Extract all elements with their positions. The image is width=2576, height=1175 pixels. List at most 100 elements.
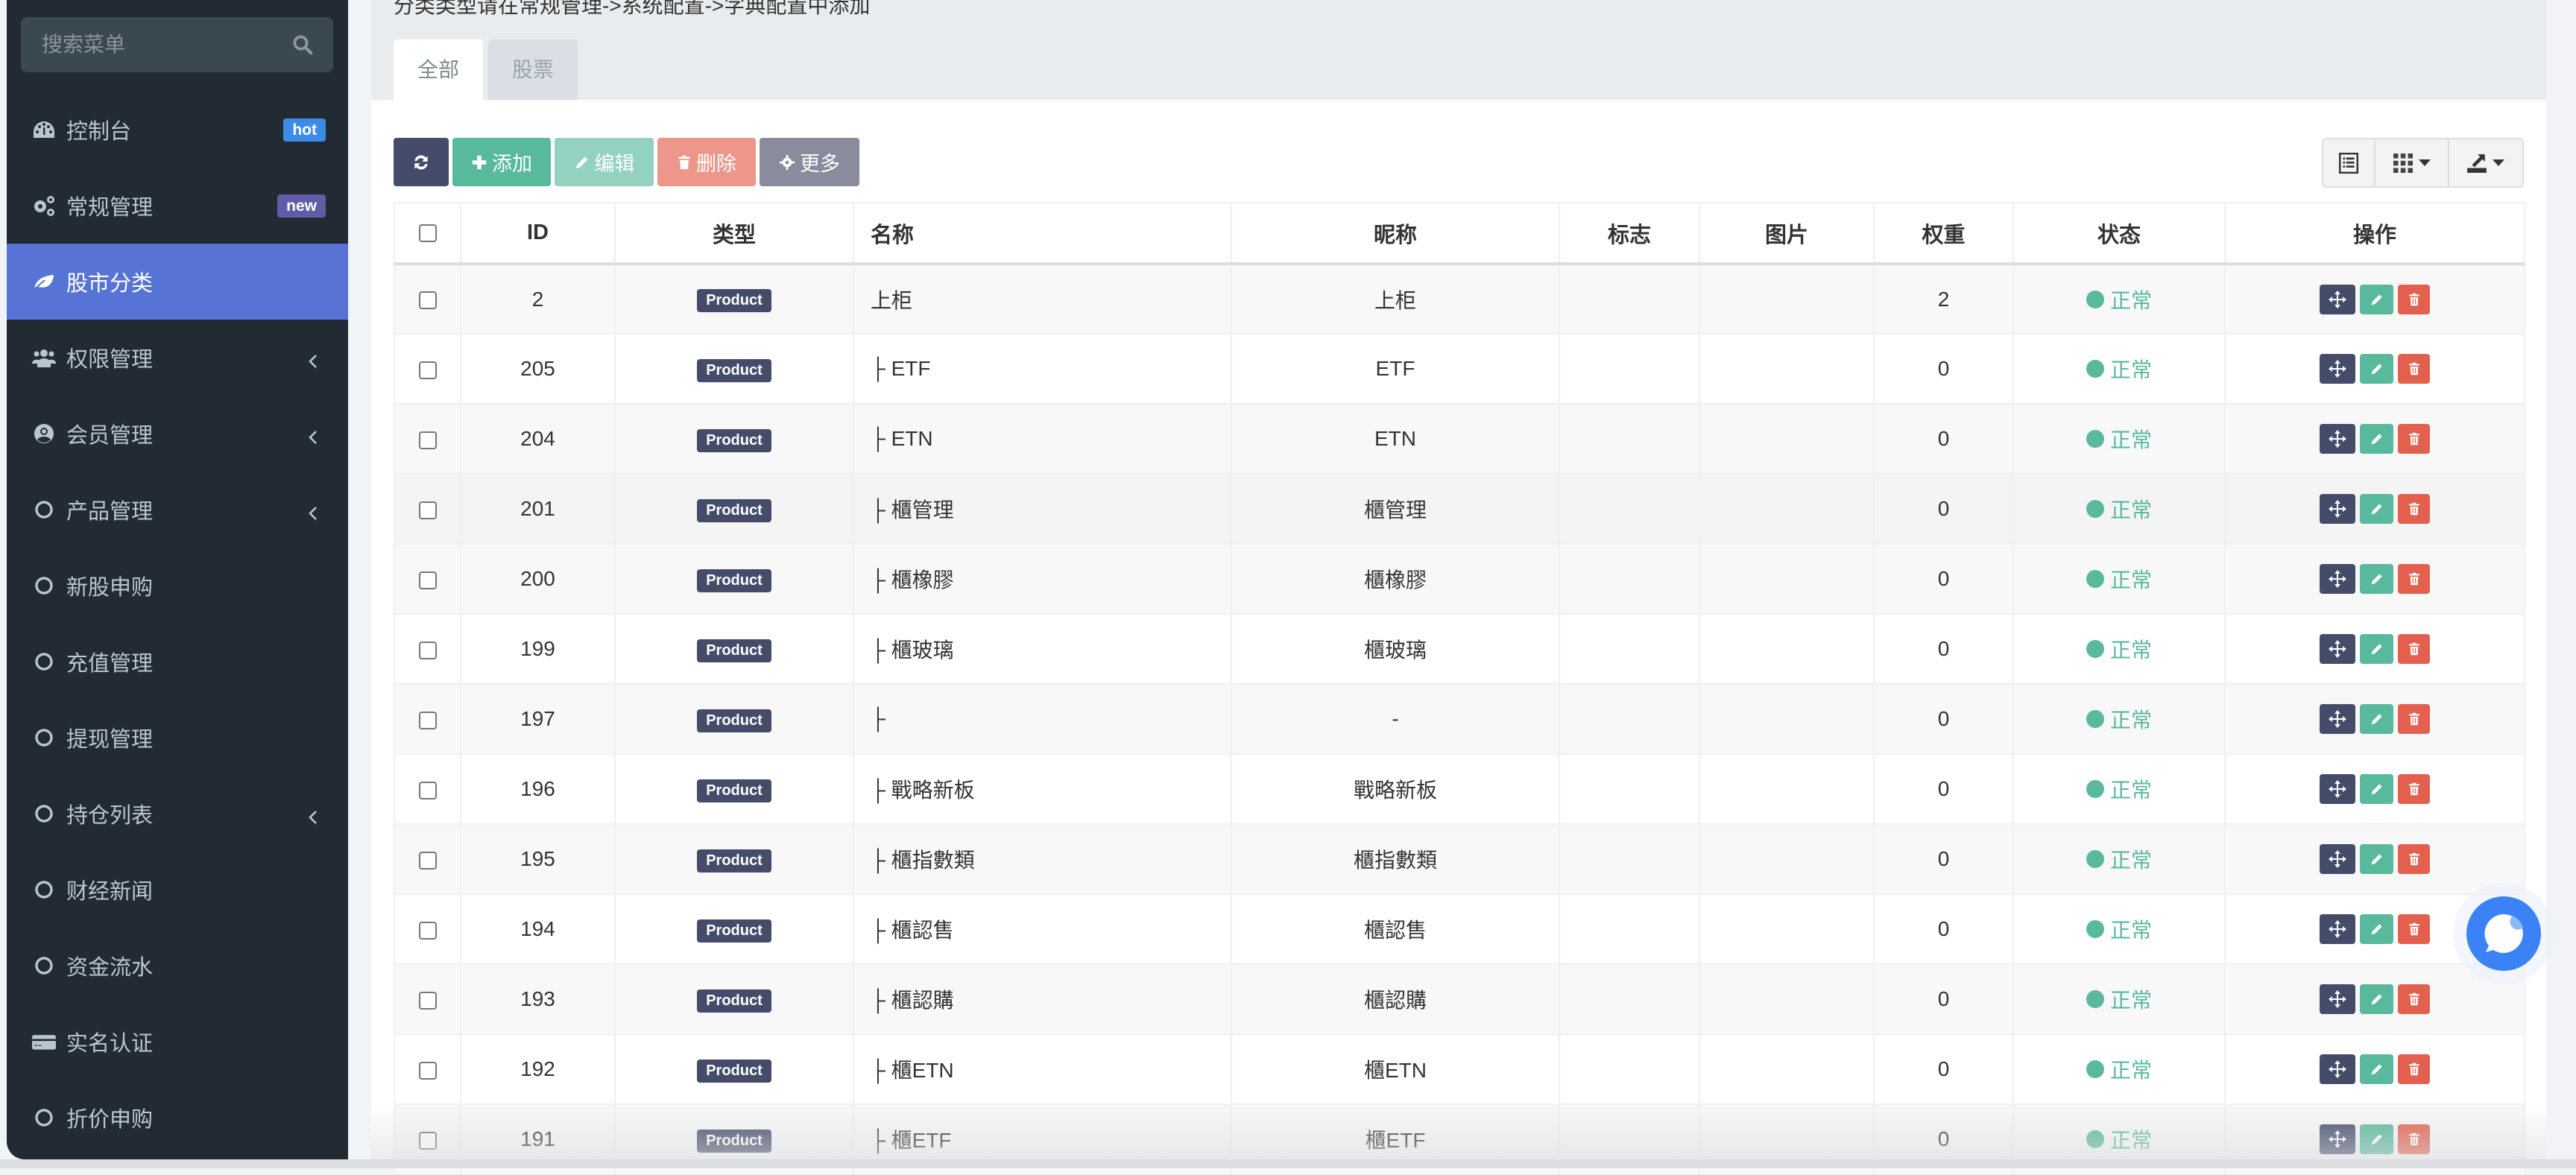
row-checkbox[interactable]: [418, 641, 437, 659]
table-row[interactable]: 196 Product ├ 戰略新板 戰略新板 0 正常: [394, 753, 2525, 825]
col-weight[interactable]: 权重: [1873, 202, 2014, 265]
row-edit-button[interactable]: [2360, 564, 2393, 594]
search-icon[interactable]: [291, 34, 314, 56]
sidebar-item-12[interactable]: 实名认证: [7, 1004, 348, 1080]
table-row[interactable]: 199 Product ├ 櫃玻璃 櫃玻璃 0 正常: [394, 613, 2525, 685]
edit-button[interactable]: 编辑: [555, 138, 654, 186]
delete-button[interactable]: 删除: [657, 138, 756, 186]
row-checkbox[interactable]: [418, 1061, 437, 1080]
row-delete-button[interactable]: [2398, 1054, 2430, 1084]
row-edit-button[interactable]: [2360, 284, 2393, 314]
tab-all[interactable]: 全部: [394, 39, 484, 100]
drag-sort-button[interactable]: [2320, 494, 2355, 524]
status-badge[interactable]: 正常: [2086, 774, 2152, 804]
drag-sort-button[interactable]: [2320, 774, 2355, 804]
sidebar-item-6[interactable]: 新股申购: [7, 548, 348, 624]
select-all-checkbox[interactable]: [418, 224, 437, 243]
drag-sort-button[interactable]: [2320, 704, 2355, 734]
col-type[interactable]: 类型: [614, 202, 854, 265]
sidebar-item-7[interactable]: 充值管理: [7, 624, 348, 700]
row-edit-button[interactable]: [2360, 844, 2393, 874]
row-delete-button[interactable]: [2398, 284, 2430, 314]
sidebar-item-8[interactable]: 提现管理: [7, 700, 348, 776]
sidebar-item-1[interactable]: 常规管理 new: [7, 168, 348, 244]
row-checkbox[interactable]: [418, 991, 437, 1010]
drag-sort-button[interactable]: [2320, 634, 2355, 664]
menu-search-input[interactable]: [21, 17, 333, 72]
col-nickname[interactable]: 昵称: [1231, 202, 1560, 265]
row-checkbox[interactable]: [418, 1131, 437, 1150]
row-delete-button[interactable]: [2398, 354, 2430, 384]
row-delete-button[interactable]: [2398, 774, 2430, 804]
table-row[interactable]: 2 Product 上柜 上柜 2 正常: [394, 263, 2525, 335]
status-badge[interactable]: 正常: [2086, 494, 2152, 524]
sidebar-item-3[interactable]: 权限管理: [7, 320, 348, 396]
status-badge[interactable]: 正常: [2086, 354, 2152, 384]
status-badge[interactable]: 正常: [2086, 704, 2152, 734]
status-badge[interactable]: 正常: [2086, 564, 2152, 594]
drag-sort-button[interactable]: [2320, 984, 2355, 1014]
row-checkbox[interactable]: [418, 851, 437, 870]
row-delete-button[interactable]: [2398, 984, 2430, 1014]
drag-sort-button[interactable]: [2320, 844, 2355, 874]
export-dropdown[interactable]: [2449, 139, 2522, 186]
more-button[interactable]: 更多: [760, 138, 859, 186]
toggle-view-button[interactable]: [2323, 139, 2375, 186]
drag-sort-button[interactable]: [2320, 424, 2355, 454]
sidebar-item-9[interactable]: 持仓列表: [7, 776, 348, 852]
row-checkbox[interactable]: [418, 501, 437, 519]
col-id[interactable]: ID: [460, 202, 616, 265]
row-delete-button[interactable]: [2398, 564, 2430, 594]
row-edit-button[interactable]: [2360, 634, 2393, 664]
row-checkbox[interactable]: [418, 711, 437, 729]
status-badge[interactable]: 正常: [2086, 844, 2152, 874]
row-checkbox[interactable]: [418, 781, 437, 799]
status-badge[interactable]: 正常: [2086, 424, 2152, 454]
status-badge[interactable]: 正常: [2086, 914, 2152, 944]
table-row[interactable]: 193 Product ├ 櫃認購 櫃認購 0 正常: [394, 963, 2525, 1035]
sidebar-item-13[interactable]: 折价申购: [7, 1080, 348, 1156]
row-checkbox[interactable]: [418, 431, 437, 449]
col-flag[interactable]: 标志: [1559, 202, 1700, 265]
drag-sort-button[interactable]: [2320, 1054, 2355, 1084]
row-delete-button[interactable]: [2398, 704, 2430, 734]
row-edit-button[interactable]: [2360, 494, 2393, 524]
sidebar-item-10[interactable]: 财经新闻: [7, 852, 348, 928]
row-edit-button[interactable]: [2360, 984, 2393, 1014]
tab-stocks[interactable]: 股票: [488, 39, 578, 100]
row-edit-button[interactable]: [2360, 1124, 2393, 1154]
row-checkbox[interactable]: [418, 571, 437, 589]
col-status[interactable]: 状态: [2012, 202, 2226, 265]
drag-sort-button[interactable]: [2320, 284, 2355, 314]
add-button[interactable]: 添加: [452, 138, 551, 186]
sidebar-item-0[interactable]: 控制台 hot: [7, 92, 348, 168]
status-badge[interactable]: 正常: [2086, 984, 2152, 1014]
drag-sort-button[interactable]: [2320, 1124, 2355, 1154]
table-row[interactable]: 192 Product ├ 櫃ETN 櫃ETN 0 正常: [394, 1033, 2525, 1105]
row-checkbox[interactable]: [418, 361, 437, 379]
row-edit-button[interactable]: [2360, 704, 2393, 734]
status-badge[interactable]: 正常: [2086, 634, 2152, 664]
status-badge[interactable]: 正常: [2086, 1054, 2152, 1084]
row-edit-button[interactable]: [2360, 774, 2393, 804]
status-badge[interactable]: 正常: [2086, 1124, 2152, 1154]
row-delete-button[interactable]: [2398, 844, 2430, 874]
sidebar-item-4[interactable]: 会员管理: [7, 396, 348, 472]
row-checkbox[interactable]: [418, 291, 437, 310]
row-edit-button[interactable]: [2360, 914, 2393, 944]
table-row[interactable]: 197 Product ├ - 0 正常: [394, 683, 2525, 755]
row-edit-button[interactable]: [2360, 1054, 2393, 1084]
row-checkbox[interactable]: [418, 921, 437, 940]
col-image[interactable]: 图片: [1699, 202, 1875, 265]
table-row[interactable]: 194 Product ├ 櫃認售 櫃認售 0 正常: [394, 893, 2525, 965]
row-delete-button[interactable]: [2398, 634, 2430, 664]
table-row[interactable]: 204 Product ├ ETN ETN 0 正常: [394, 403, 2525, 475]
row-delete-button[interactable]: [2398, 494, 2430, 524]
row-delete-button[interactable]: [2398, 914, 2430, 944]
col-name[interactable]: 名称: [853, 202, 1232, 265]
row-edit-button[interactable]: [2360, 354, 2393, 384]
row-delete-button[interactable]: [2398, 424, 2430, 454]
sidebar-item-5[interactable]: 产品管理: [7, 472, 348, 548]
table-row[interactable]: 205 Product ├ ETF ETF 0 正常: [394, 333, 2525, 405]
sidebar-item-2[interactable]: 股市分类: [7, 244, 348, 320]
